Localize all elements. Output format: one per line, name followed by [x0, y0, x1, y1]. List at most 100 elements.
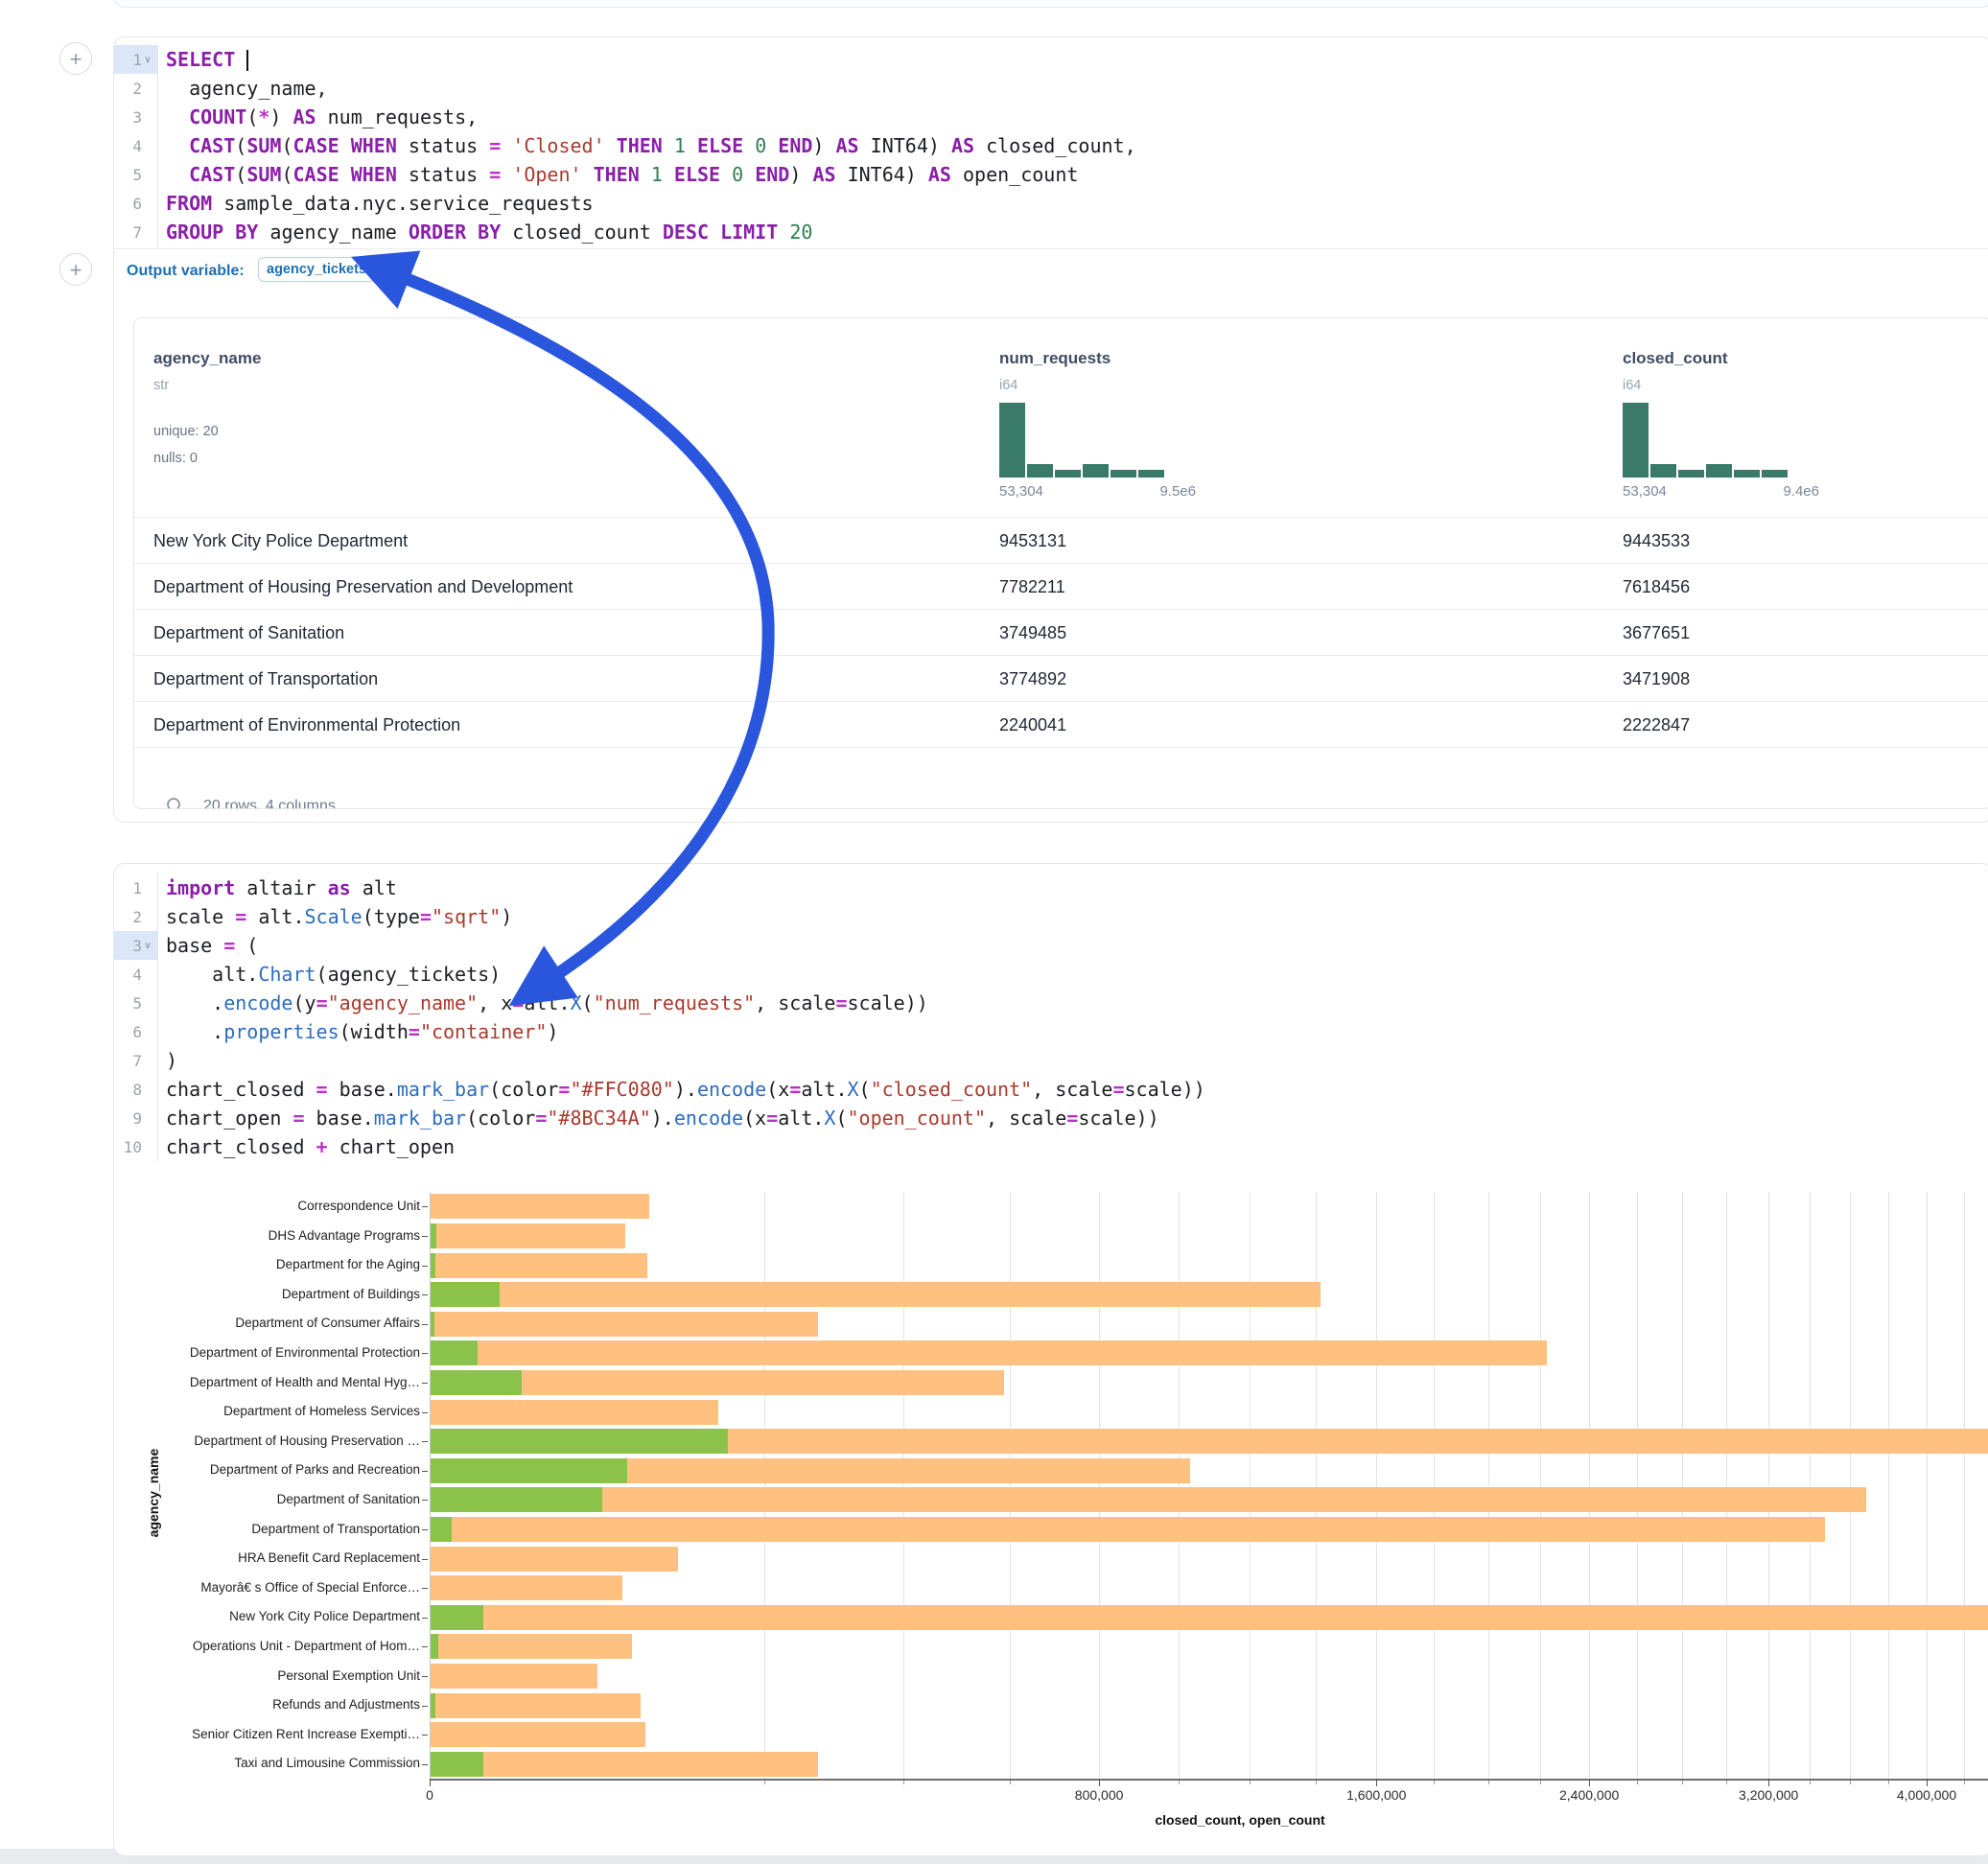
code-line[interactable]: 7)	[114, 1046, 1988, 1075]
code-text[interactable]: CAST(SUM(CASE WHEN status = 'Open' THEN …	[158, 163, 1078, 186]
code-token	[235, 48, 246, 71]
code-line[interactable]: 7GROUP BY agency_name ORDER BY closed_co…	[114, 218, 1988, 246]
code-token: )	[501, 905, 512, 928]
code-token: (	[281, 163, 292, 186]
code-token: =	[316, 1078, 328, 1101]
code-token: =	[1112, 1078, 1124, 1101]
code-line[interactable]: 4 CAST(SUM(CASE WHEN status = 'Closed' T…	[114, 131, 1988, 160]
table-cell: 9443533	[1623, 531, 1690, 551]
code-line[interactable]: 6 .properties(width="container")	[114, 1017, 1988, 1046]
column-stat: nulls: 0	[153, 451, 198, 466]
code-token: alt.	[166, 963, 258, 986]
table-cell: Department of Housing Preservation and D…	[153, 577, 573, 597]
histogram-bar	[1111, 470, 1136, 478]
code-token: END	[755, 163, 789, 186]
column-header: agency_name	[153, 349, 261, 368]
code-token: CAST	[189, 134, 235, 157]
code-text[interactable]: scale = alt.Scale(type="sqrt")	[158, 905, 512, 928]
code-token: THEN	[617, 134, 663, 157]
code-token: "sqrt"	[432, 905, 501, 928]
histogram-bar	[1027, 464, 1053, 478]
gutter: 9	[114, 1104, 158, 1132]
code-token: alt.	[801, 1078, 847, 1101]
code-token: scale	[166, 905, 235, 928]
table-cell: 9453131	[999, 531, 1066, 551]
code-token: (	[835, 1107, 847, 1130]
code-token: "#8BC34A"	[547, 1107, 650, 1130]
gutter: 6	[114, 189, 158, 218]
code-line[interactable]: 2scale = alt.Scale(type="sqrt")	[114, 902, 1988, 931]
code-text[interactable]: CAST(SUM(CASE WHEN status = 'Closed' THE…	[158, 134, 1136, 157]
code-line[interactable]: 10chart_closed + chart_open	[114, 1132, 1988, 1161]
code-token: as	[328, 876, 351, 899]
code-line[interactable]: 3∨base = (	[114, 931, 1988, 960]
output-variable-label: Output variable:	[127, 263, 245, 280]
code-text[interactable]: agency_name,	[158, 77, 328, 100]
code-token: AS	[951, 134, 974, 157]
code-line[interactable]: 6FROM sample_data.nyc.service_requests	[114, 189, 1988, 218]
sql-code-editor[interactable]: 1∨SELECT 2 agency_name,3 COUNT(*) AS num…	[114, 45, 1988, 246]
code-text[interactable]: SELECT	[158, 48, 248, 71]
histogram-bar	[1623, 403, 1649, 478]
add-cell-button-top[interactable]: +	[59, 42, 92, 75]
fold-chevron-icon[interactable]: ∨	[142, 55, 153, 65]
code-token: (color	[466, 1107, 535, 1130]
gutter: 4	[114, 131, 158, 160]
code-line[interactable]: 1 import altair as alt	[114, 874, 1988, 902]
gutter: 7	[114, 218, 158, 246]
search-icon[interactable]	[165, 796, 186, 809]
code-line[interactable]: 1∨SELECT	[114, 45, 1988, 74]
table-cell: 3749485	[999, 623, 1066, 643]
code-text[interactable]: base = (	[158, 934, 258, 957]
code-text[interactable]: .properties(width="container")	[158, 1020, 558, 1043]
code-text[interactable]: COUNT(*) AS num_requests,	[158, 105, 478, 128]
code-text[interactable]: alt.Chart(agency_tickets)	[158, 963, 501, 986]
code-line[interactable]: 8chart_closed = base.mark_bar(color="#FF…	[114, 1075, 1988, 1104]
code-token: scale))	[1078, 1107, 1158, 1130]
code-token	[663, 134, 674, 157]
add-cell-button-output[interactable]: +	[59, 253, 92, 286]
code-token: THEN	[594, 163, 640, 186]
code-token: "container"	[420, 1020, 547, 1043]
code-line[interactable]: 3 COUNT(*) AS num_requests,	[114, 103, 1988, 131]
row-column-count: 20 rows, 4 columns	[203, 798, 336, 809]
code-line[interactable]: 5 CAST(SUM(CASE WHEN status = 'Open' THE…	[114, 160, 1988, 189]
code-text[interactable]: .encode(y="agency_name", x=alt.X("num_re…	[158, 991, 928, 1014]
code-token: (x	[743, 1107, 766, 1130]
table-row: Department of Environmental Protection22…	[134, 701, 1988, 748]
code-text[interactable]: chart_open = base.mark_bar(color="#8BC34…	[158, 1107, 1159, 1130]
column-type: i64	[1623, 378, 1641, 393]
code-line[interactable]: 4 alt.Chart(agency_tickets)	[114, 960, 1988, 989]
code-text[interactable]: GROUP BY agency_name ORDER BY closed_cou…	[158, 221, 812, 244]
code-token	[166, 134, 189, 157]
code-token: X	[571, 991, 582, 1014]
code-line[interactable]: 5 .encode(y="agency_name", x=alt.X("num_…	[114, 989, 1988, 1017]
code-token: .	[166, 991, 223, 1014]
code-token: mark_bar	[374, 1107, 466, 1130]
table-cell: 3774892	[999, 669, 1066, 689]
column-stat: unique: 20	[153, 424, 219, 439]
code-token: COUNT	[189, 105, 246, 128]
code-text[interactable]: FROM sample_data.nyc.service_requests	[158, 192, 594, 215]
output-variable-pill[interactable]: agency_tickets	[258, 257, 375, 282]
code-token	[501, 163, 512, 186]
python-code-editor[interactable]: 1 import altair as alt 2scale = alt.Scale(…	[114, 874, 1988, 1161]
code-token: closed_count	[501, 221, 663, 244]
code-token: , x	[478, 991, 512, 1014]
code-text[interactable]: chart_closed = base.mark_bar(color="#FFC…	[158, 1078, 1205, 1101]
code-token: base.	[328, 1078, 397, 1101]
code-text[interactable]: )	[158, 1049, 177, 1072]
code-token: WHEN	[351, 163, 397, 186]
code-token: (	[246, 105, 258, 128]
code-text[interactable]: chart_closed + chart_open	[158, 1135, 455, 1158]
code-token: =	[489, 134, 501, 157]
code-token: ELSE	[674, 163, 720, 186]
code-line[interactable]: 2 agency_name,	[114, 74, 1988, 103]
code-token: (y	[292, 991, 316, 1014]
code-text[interactable]: import altair as alt	[158, 876, 397, 899]
fold-chevron-icon[interactable]: ∨	[142, 941, 153, 951]
line-number: 1	[132, 879, 142, 897]
code-token: FROM	[166, 192, 212, 215]
code-line[interactable]: 9chart_open = base.mark_bar(color="#8BC3…	[114, 1104, 1988, 1132]
histogram-bar	[999, 403, 1025, 478]
